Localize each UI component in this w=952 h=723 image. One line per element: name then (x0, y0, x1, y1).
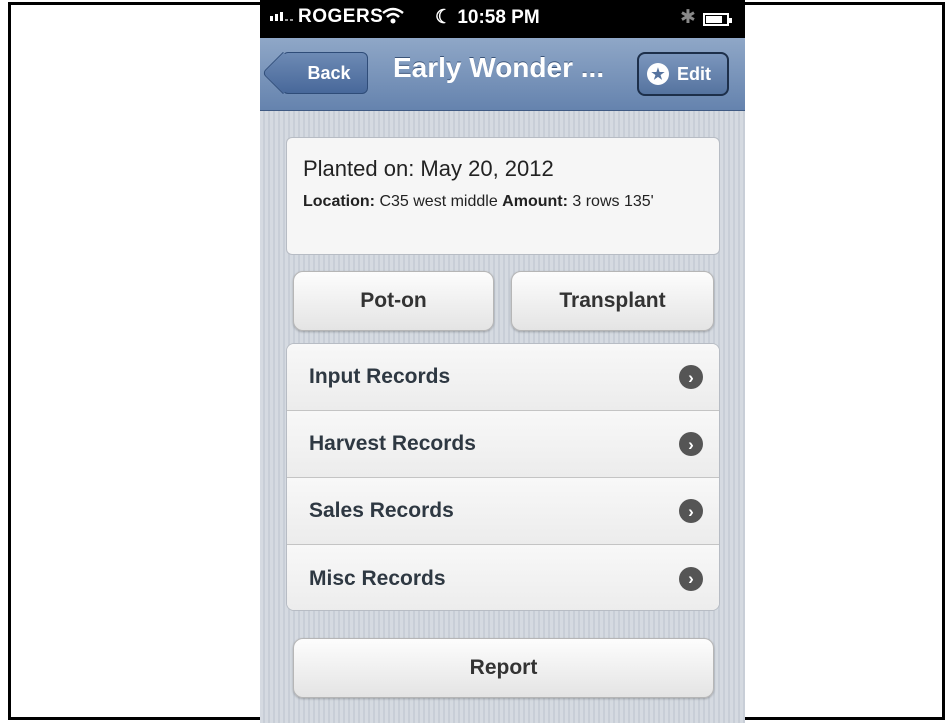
planting-details: Location: C35 west middle Amount: 3 rows… (303, 188, 703, 215)
location-value: C35 west middle (375, 193, 503, 210)
list-item-harvest-records[interactable]: Harvest Records › (287, 411, 719, 478)
transplant-button[interactable]: Transplant (511, 271, 714, 331)
clock: ☾ 10:58 PM (435, 6, 540, 29)
status-bar: ROGERS ☾ 10:58 PM ✱ (260, 0, 745, 38)
bluetooth-icon: ✱ (680, 7, 696, 28)
clock-time: 10:58 PM (457, 7, 540, 28)
list-item-sales-records[interactable]: Sales Records › (287, 478, 719, 545)
phone-screen: ROGERS ☾ 10:58 PM ✱ Back Early Wonder ..… (260, 0, 745, 723)
location-label: Location: (303, 193, 375, 210)
edit-button[interactable]: ★ Edit (637, 52, 729, 96)
planting-info-card: Planted on: May 20, 2012 Location: C35 w… (286, 137, 720, 255)
list-item-label: Sales Records (309, 499, 454, 522)
battery-icon (703, 13, 732, 26)
battery-level (706, 16, 722, 23)
chevron-right-icon: › (679, 566, 703, 591)
planted-date: Planted on: May 20, 2012 (303, 156, 554, 181)
list-item-label: Harvest Records (309, 432, 476, 455)
edit-label: Edit (677, 63, 711, 84)
amount-label: Amount: (502, 193, 568, 210)
back-button[interactable]: Back (282, 52, 368, 94)
navigation-bar: Back Early Wonder ... ★ Edit (260, 38, 745, 111)
page-title: Early Wonder ... (393, 52, 605, 83)
star-icon: ★ (647, 63, 669, 85)
pot-on-button[interactable]: Pot-on (293, 271, 494, 331)
list-item-label: Input Records (309, 365, 451, 388)
amount-value: 3 rows 135' (567, 193, 654, 210)
back-label: Back (307, 62, 351, 83)
wifi-icon (382, 6, 404, 32)
records-list: Input Records › Harvest Records › Sales … (286, 343, 720, 611)
chevron-right-icon: › (679, 365, 703, 389)
list-item-misc-records[interactable]: Misc Records › (287, 545, 719, 610)
chevron-right-icon: › (679, 432, 703, 456)
moon-icon: ☾ (435, 7, 458, 28)
chevron-right-icon: › (679, 499, 703, 523)
report-button[interactable]: Report (293, 638, 714, 698)
carrier-name: ROGERS (298, 6, 384, 27)
signal-icon (270, 12, 293, 21)
list-item-input-records[interactable]: Input Records › (287, 344, 719, 411)
list-item-label: Misc Records (309, 566, 446, 590)
